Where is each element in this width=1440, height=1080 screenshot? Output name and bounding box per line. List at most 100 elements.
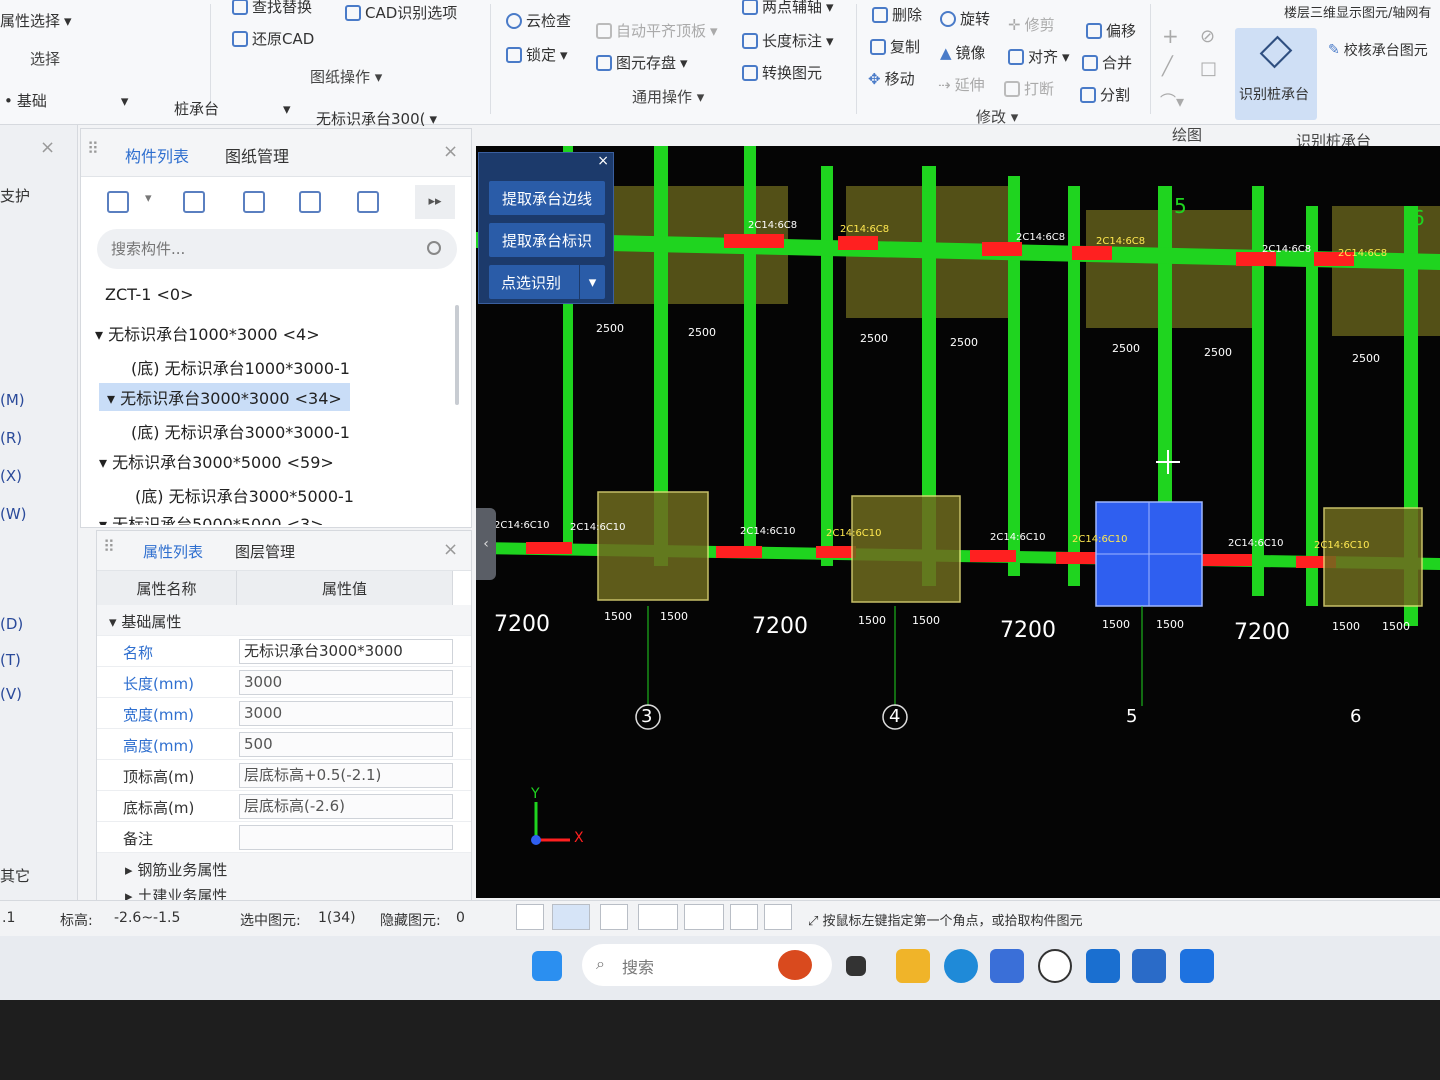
collapse-panel-handle[interactable]: ‹	[476, 508, 496, 580]
property-value-field[interactable]: 层底标高(-2.6)	[239, 794, 453, 819]
floor-selector[interactable]: • 基础 ▾	[4, 90, 128, 111]
offset-button[interactable]: 偏移	[1086, 20, 1136, 41]
store-icon[interactable]	[990, 949, 1024, 983]
delete-button[interactable]: 删除	[872, 4, 922, 25]
move-button[interactable]: ✥ 移动	[868, 68, 915, 89]
search-icon[interactable]	[427, 241, 441, 255]
rotate-button[interactable]: 旋转	[940, 8, 990, 29]
taskbar-search[interactable]: ⌕ 搜索	[582, 944, 832, 986]
auto-flat-button[interactable]: 自动平齐顶板 ▾	[596, 20, 718, 41]
scrollbar[interactable]	[455, 305, 459, 405]
tab-property-list[interactable]: 属性列表	[143, 541, 203, 562]
two-point-axis-button[interactable]: 两点辅轴 ▾	[742, 0, 834, 17]
cad-app-icon[interactable]	[1132, 949, 1166, 983]
dell-icon[interactable]	[1038, 949, 1072, 983]
task-view-icon[interactable]	[846, 956, 866, 976]
windows-start-icon[interactable]	[532, 951, 562, 981]
close-icon[interactable]: ×	[40, 137, 55, 158]
nav-item[interactable]: 其它	[0, 865, 30, 886]
property-value-field[interactable]: 3000	[239, 701, 453, 726]
tree-item[interactable]: (底) 无标识承台3000*5000-1	[135, 483, 354, 507]
modify-group[interactable]: 修改 ▾	[976, 106, 1018, 127]
trim-button[interactable]: ✛ 修剪	[1008, 14, 1055, 35]
drawing-canvas[interactable]: 3 4 5 6 2C14:6C8 2C14:6C8 2C14:6C8 2C14:…	[476, 146, 1440, 898]
copy-component-icon[interactable]	[183, 191, 205, 213]
osnap-toggle[interactable]	[600, 904, 628, 930]
property-value-field[interactable]: 无标识承台3000*3000	[239, 639, 453, 664]
edge-icon[interactable]	[944, 949, 978, 983]
extract-mark-button[interactable]: 提取承台标识	[489, 223, 605, 257]
snap-toggle[interactable]	[552, 904, 590, 930]
length-dim-button[interactable]: 长度标注 ▾	[742, 30, 834, 51]
category-selector[interactable]: 桩承台 ▾	[174, 98, 291, 119]
split-button[interactable]: 分割	[1080, 84, 1130, 105]
draw-circle-button[interactable]: ⊘	[1200, 26, 1215, 47]
copy-button[interactable]: 复制	[870, 36, 920, 57]
pile-cap[interactable]	[597, 491, 709, 601]
tree-item-selected[interactable]: ▾ 无标识承台3000*3000 <34>	[99, 383, 350, 411]
draw-arc-button[interactable]: ⌒▾	[1160, 88, 1184, 112]
nav-item[interactable]: 支护	[0, 185, 30, 206]
duplicate-icon[interactable]	[299, 191, 321, 213]
chevron-down-icon[interactable]: ▾	[145, 191, 152, 206]
component-selector[interactable]: 无标识承台300(▾	[316, 108, 437, 129]
cloud-check-button[interactable]: 云检查	[506, 10, 571, 31]
restore-cad-button[interactable]: 还原CAD	[232, 28, 314, 49]
tab-layer-management[interactable]: 图层管理	[235, 541, 295, 562]
new-component-icon[interactable]	[107, 191, 129, 213]
pile-cap-top[interactable]	[1086, 210, 1262, 328]
convert-element-button[interactable]: 转换图元	[742, 62, 822, 83]
mirror-button[interactable]: ▲ 镜像	[940, 42, 986, 63]
merge-button[interactable]: 合并	[1082, 52, 1132, 73]
property-value-field[interactable]: 500	[239, 732, 453, 757]
file-explorer-icon[interactable]	[896, 949, 930, 983]
tree-item[interactable]: ▾ 无标识承台1000*3000 <4>	[95, 321, 320, 345]
lock-button[interactable]: 锁定 ▾	[506, 44, 568, 65]
save-element-button[interactable]: 图元存盘 ▾	[596, 52, 688, 73]
ortho-toggle[interactable]	[516, 904, 544, 930]
nav-item[interactable]: (D)	[0, 615, 23, 633]
tree-item[interactable]: (底) 无标识承台3000*3000-1	[131, 419, 350, 443]
drag-handle-icon[interactable]: ⠿	[103, 537, 115, 556]
pile-cap[interactable]	[851, 495, 961, 603]
nav-item[interactable]: (T)	[0, 651, 21, 669]
chevron-down-icon[interactable]: ▾	[579, 265, 605, 299]
break-button[interactable]: 打断	[1004, 78, 1054, 99]
glodon-app-icon[interactable]	[1180, 949, 1214, 983]
property-value-field[interactable]	[239, 825, 453, 850]
property-value-field[interactable]: 层底标高+0.5(-2.1)	[239, 763, 453, 788]
close-icon[interactable]: ×	[443, 141, 458, 162]
tab-component-list[interactable]: 构件列表	[125, 143, 189, 167]
draw-rect-button[interactable]: □	[1200, 58, 1217, 79]
property-select-dropdown[interactable]: 属性选择 ▾	[0, 10, 72, 31]
drag-handle-icon[interactable]: ⠿	[87, 139, 99, 158]
tab-drawing-management[interactable]: 图纸管理	[225, 143, 289, 167]
tree-item[interactable]: ▾ 无标识承台5000*5000 <3>	[99, 511, 324, 525]
nav-item[interactable]: (W)	[0, 505, 27, 523]
tree-item[interactable]: ZCT-1 <0>	[105, 285, 193, 304]
property-value-field[interactable]: 3000	[239, 670, 453, 695]
section-basic[interactable]: ▾ 基础属性	[97, 605, 471, 636]
offset-toggle[interactable]	[684, 904, 724, 930]
point-identify-button[interactable]: 点选识别 ▾	[489, 265, 605, 299]
extract-edge-button[interactable]: 提取承台边线	[489, 181, 605, 215]
angle-toggle[interactable]	[638, 904, 678, 930]
nav-item[interactable]: (V)	[0, 685, 22, 703]
expand-icon[interactable]: ▸▸	[415, 185, 455, 219]
component-search-input[interactable]	[97, 229, 457, 269]
view-toggle[interactable]	[730, 904, 758, 930]
nav-item[interactable]: (M)	[0, 391, 25, 409]
tree-item[interactable]: (底) 无标识承台1000*3000-1	[131, 355, 350, 379]
close-icon[interactable]: ×	[597, 153, 609, 169]
save-component-icon[interactable]	[357, 191, 379, 213]
draw-point-button[interactable]: +	[1162, 24, 1179, 48]
check-pile-cap-button[interactable]: ✎ 校核承台图元	[1328, 40, 1428, 60]
security-shield-icon[interactable]	[1086, 949, 1120, 983]
find-replace-button[interactable]: 查找替换	[232, 0, 312, 17]
align-button[interactable]: 对齐 ▾	[1008, 46, 1070, 67]
general-ops-group[interactable]: 通用操作 ▾	[632, 86, 704, 107]
delete-component-icon[interactable]	[243, 191, 265, 213]
tree-item[interactable]: ▾ 无标识承台3000*5000 <59>	[99, 449, 334, 473]
identify-pile-cap-button[interactable]: 识别桩承台	[1235, 28, 1317, 120]
draw-line-button[interactable]: ╱	[1162, 56, 1173, 77]
